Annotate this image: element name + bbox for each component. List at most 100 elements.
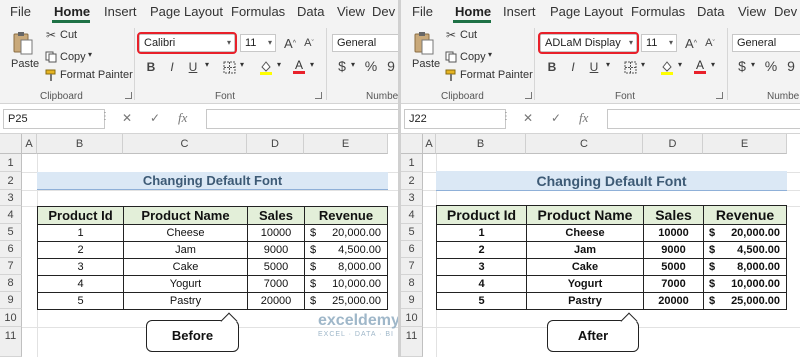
tab-page-layout[interactable]: Page Layout — [550, 4, 623, 19]
row-header[interactable]: 10 — [401, 309, 423, 327]
percent-button[interactable]: % — [363, 57, 379, 75]
name-box[interactable]: P25 — [3, 109, 105, 129]
cancel-icon[interactable]: ✕ — [523, 111, 533, 125]
column-header-e[interactable]: E — [304, 134, 388, 154]
scissors-icon[interactable]: ✂ — [44, 28, 58, 42]
bold-button[interactable]: B — [143, 59, 159, 75]
tab-file[interactable]: File — [10, 4, 31, 19]
font-color-dropdown-chevron-icon[interactable]: ▾ — [310, 60, 314, 69]
column-header-a[interactable]: A — [22, 134, 37, 154]
row-header[interactable]: 5 — [0, 224, 22, 241]
copy-dropdown-chevron-icon[interactable]: ▾ — [488, 50, 492, 59]
column-header-e[interactable]: E — [703, 134, 787, 154]
font-size-dropdown-icon[interactable]: ▾ — [268, 35, 272, 51]
row-header[interactable]: 8 — [0, 275, 22, 292]
currency-dropdown-chevron-icon[interactable]: ▾ — [751, 60, 755, 69]
row-header[interactable]: 2 — [401, 172, 423, 190]
comma-button[interactable]: 9 — [784, 57, 798, 75]
paste-icon[interactable] — [11, 30, 35, 56]
font-launcher-icon[interactable] — [716, 92, 723, 99]
formula-input[interactable] — [607, 109, 800, 129]
column-header-b[interactable]: B — [37, 134, 123, 154]
select-all-corner[interactable] — [401, 134, 423, 154]
copy-icon[interactable] — [444, 50, 458, 64]
italic-button[interactable]: I — [565, 59, 581, 75]
row-header[interactable]: 6 — [401, 241, 423, 258]
row-header[interactable]: 11 — [401, 327, 423, 357]
fill-color-dropdown-chevron-icon[interactable]: ▾ — [678, 60, 682, 69]
currency-dropdown-chevron-icon[interactable]: ▾ — [351, 60, 355, 69]
borders-dropdown-chevron-icon[interactable]: ▾ — [641, 60, 645, 69]
row-header[interactable]: 1 — [401, 154, 423, 172]
number-format-combo[interactable]: General — [732, 34, 800, 52]
row-header[interactable]: 11 — [0, 327, 22, 357]
borders-icon[interactable] — [221, 59, 237, 75]
tab-developer[interactable]: Dev — [774, 4, 797, 19]
fill-color-icon[interactable] — [258, 59, 274, 75]
row-header[interactable]: 5 — [401, 224, 423, 241]
tab-developer[interactable]: Dev — [372, 4, 395, 19]
tab-data[interactable]: Data — [697, 4, 724, 19]
fx-icon[interactable]: fx — [579, 110, 588, 126]
tab-file[interactable]: File — [412, 4, 433, 19]
fx-icon[interactable]: fx — [178, 110, 187, 126]
bold-button[interactable]: B — [544, 59, 560, 75]
paste-label[interactable]: Paste — [412, 58, 440, 70]
row-header[interactable]: 7 — [401, 258, 423, 275]
row-header[interactable]: 1 — [0, 154, 22, 172]
font-size-combo[interactable]: 11 ▾ — [641, 34, 677, 52]
enter-icon[interactable]: ✓ — [551, 111, 561, 125]
tab-insert[interactable]: Insert — [503, 4, 536, 19]
paintbrush-icon[interactable] — [44, 68, 58, 82]
column-header-c[interactable]: C — [123, 134, 247, 154]
select-all-corner[interactable] — [0, 134, 22, 154]
cut-button[interactable]: Cut — [460, 29, 477, 41]
copy-button[interactable]: Copy — [460, 51, 486, 63]
enter-icon[interactable]: ✓ — [150, 111, 160, 125]
row-header[interactable]: 6 — [0, 241, 22, 258]
clipboard-launcher-icon[interactable] — [125, 92, 132, 99]
paintbrush-icon[interactable] — [444, 68, 458, 82]
font-color-icon[interactable]: A — [291, 57, 307, 75]
tab-data[interactable]: Data — [297, 4, 324, 19]
column-header-d[interactable]: D — [643, 134, 703, 154]
row-header[interactable]: 3 — [0, 190, 22, 206]
name-box-menu-icon[interactable]: ⋮ — [501, 111, 511, 122]
name-box-menu-icon[interactable]: ⋮ — [100, 111, 110, 122]
tab-home[interactable]: Home — [54, 4, 90, 19]
tab-page-layout[interactable]: Page Layout — [150, 4, 223, 19]
borders-icon[interactable] — [622, 59, 638, 75]
formula-input[interactable] — [206, 109, 398, 129]
row-header[interactable]: 8 — [401, 275, 423, 292]
row-header[interactable]: 9 — [0, 292, 22, 309]
borders-dropdown-chevron-icon[interactable]: ▾ — [240, 60, 244, 69]
comma-button[interactable]: 9 — [384, 57, 398, 75]
fill-color-dropdown-chevron-icon[interactable]: ▾ — [277, 60, 281, 69]
tab-insert[interactable]: Insert — [104, 4, 137, 19]
format-painter-button[interactable]: Format Painter — [460, 69, 533, 81]
font-color-icon[interactable]: A — [692, 57, 708, 75]
cut-button[interactable]: Cut — [60, 29, 77, 41]
underline-button[interactable]: U — [185, 59, 201, 75]
row-header[interactable]: 4 — [0, 206, 22, 224]
underline-dropdown-chevron-icon[interactable]: ▾ — [205, 60, 209, 69]
row-header[interactable]: 10 — [0, 309, 22, 327]
tab-formulas[interactable]: Formulas — [231, 4, 285, 19]
underline-button[interactable]: U — [586, 59, 602, 75]
shrink-font-icon[interactable]: Aˇ — [300, 34, 318, 52]
column-header-c[interactable]: C — [526, 134, 643, 154]
paste-icon[interactable] — [412, 30, 436, 56]
font-size-dropdown-icon[interactable]: ▾ — [669, 35, 673, 51]
scissors-icon[interactable]: ✂ — [444, 28, 458, 42]
underline-dropdown-chevron-icon[interactable]: ▾ — [606, 60, 610, 69]
grow-font-icon[interactable]: A ^ — [281, 34, 299, 52]
paste-label[interactable]: Paste — [11, 58, 39, 70]
row-header[interactable]: 2 — [0, 172, 22, 190]
italic-button[interactable]: I — [164, 59, 180, 75]
copy-button[interactable]: Copy — [60, 51, 86, 63]
column-header-d[interactable]: D — [247, 134, 304, 154]
format-painter-button[interactable]: Format Painter — [60, 69, 133, 81]
copy-dropdown-chevron-icon[interactable]: ▾ — [88, 50, 92, 59]
clipboard-launcher-icon[interactable] — [525, 92, 532, 99]
currency-button[interactable]: $ — [735, 57, 749, 75]
